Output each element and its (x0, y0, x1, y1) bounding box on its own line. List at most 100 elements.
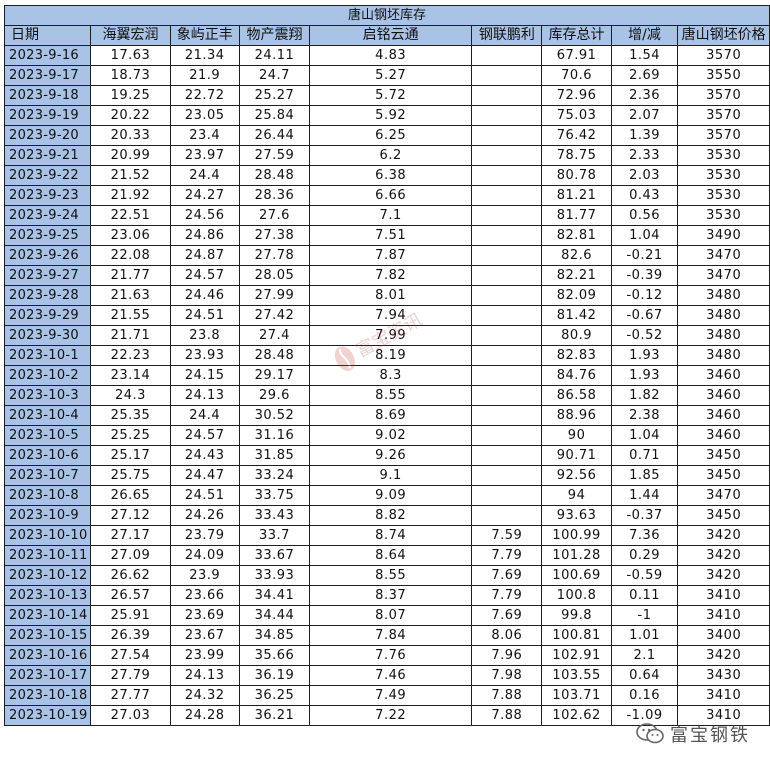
cell-billet-price: 3420 (677, 645, 770, 666)
cell-inventory-total: 90 (541, 425, 612, 446)
column-header-haiyi-hongrun: 海翼宏润 (90, 25, 171, 46)
cell-billet-price: 3530 (677, 185, 770, 206)
cell-haiyi-hongrun: 17.63 (90, 45, 171, 66)
cell-wuchan-zhenxiang: 27.99 (238, 285, 311, 306)
cell-inventory-total: 75.03 (541, 105, 612, 126)
column-header-xiangyu-zhengfeng: 象屿正丰 (169, 25, 240, 46)
cell-inventory-total: 101.28 (541, 545, 612, 566)
cell-wuchan-zhenxiang: 33.7 (238, 525, 311, 546)
cell-date: 2023-10-4 (3, 405, 92, 426)
cell-billet-price: 3530 (677, 145, 770, 166)
cell-inventory-total: 80.78 (541, 165, 612, 186)
cell-date: 2023-10-17 (3, 665, 92, 686)
cell-billet-price: 3410 (677, 705, 770, 726)
cell-inventory-total: 94 (541, 485, 612, 506)
cell-ganglian-pengli (471, 245, 543, 266)
cell-billet-price: 3450 (677, 465, 770, 486)
cell-qiming-yuntong: 6.38 (309, 165, 473, 186)
cell-xiangyu-zhengfeng: 24.13 (169, 665, 240, 686)
cell-ganglian-pengli: 7.69 (471, 605, 543, 626)
cell-xiangyu-zhengfeng: 24.51 (169, 485, 240, 506)
table-row: 2023-9-17 18.73 21.9 24.7 5.27 70.6 2.69 3550 (3, 65, 770, 86)
cell-qiming-yuntong: 8.3 (309, 365, 473, 386)
cell-billet-price: 3570 (677, 45, 770, 66)
cell-qiming-yuntong: 7.49 (309, 685, 473, 706)
cell-date: 2023-9-21 (3, 145, 92, 166)
cell-date: 2023-10-12 (3, 565, 92, 586)
cell-date: 2023-10-13 (3, 585, 92, 606)
cell-inventory-total: 103.55 (541, 665, 612, 686)
cell-change: -0.37 (610, 505, 679, 526)
column-header-inventory-total: 库存总计 (541, 25, 612, 46)
cell-qiming-yuntong: 8.64 (309, 545, 473, 566)
cell-haiyi-hongrun: 23.14 (90, 365, 171, 386)
cell-qiming-yuntong: 5.92 (309, 105, 473, 126)
cell-qiming-yuntong: 6.2 (309, 145, 473, 166)
cell-wuchan-zhenxiang: 33.43 (238, 505, 311, 526)
cell-change: -0.59 (610, 565, 679, 586)
table-row: 2023-9-26 22.08 24.87 27.78 7.87 82.6 -0.21 347… (3, 245, 770, 266)
cell-ganglian-pengli (471, 85, 543, 106)
cell-xiangyu-zhengfeng: 23.4 (169, 125, 240, 146)
cell-date: 2023-10-14 (3, 605, 92, 626)
table-row: 2023-10-8 26.65 24.51 33.75 9.09 94 1.44 3470 (3, 485, 770, 506)
cell-inventory-total: 86.58 (541, 385, 612, 406)
cell-change: -1.09 (610, 705, 679, 726)
cell-xiangyu-zhengfeng: 24.13 (169, 385, 240, 406)
cell-haiyi-hongrun: 27.77 (90, 685, 171, 706)
cell-inventory-total: 102.62 (541, 705, 612, 726)
table-row: 2023-10-13 26.57 23.66 34.41 8.37 7.79 100.8 0.… (3, 585, 770, 606)
cell-qiming-yuntong: 5.27 (309, 65, 473, 86)
cell-qiming-yuntong: 8.74 (309, 525, 473, 546)
cell-qiming-yuntong: 9.02 (309, 425, 473, 446)
table-body: 2023-9-16 17.63 21.34 24.11 4.83 67.91 1.54 357… (3, 45, 770, 726)
cell-inventory-total: 76.42 (541, 125, 612, 146)
cell-haiyi-hongrun: 22.08 (90, 245, 171, 266)
cell-billet-price: 3490 (677, 225, 770, 246)
cell-ganglian-pengli (471, 205, 543, 226)
cell-haiyi-hongrun: 21.55 (90, 305, 171, 326)
cell-change: -0.21 (610, 245, 679, 266)
cell-qiming-yuntong: 9.1 (309, 465, 473, 486)
cell-wuchan-zhenxiang: 25.27 (238, 85, 311, 106)
table-row: 2023-9-22 21.52 24.4 28.48 6.38 80.78 2.03 3530 (3, 165, 770, 186)
cell-inventory-total: 99.8 (541, 605, 612, 626)
cell-ganglian-pengli (471, 185, 543, 206)
cell-haiyi-hongrun: 23.06 (90, 225, 171, 246)
cell-wuchan-zhenxiang: 27.59 (238, 145, 311, 166)
table-row: 2023-9-18 19.25 22.72 25.27 5.72 72.96 2.36 357… (3, 85, 770, 106)
cell-ganglian-pengli (471, 445, 543, 466)
cell-wuchan-zhenxiang: 27.78 (238, 245, 311, 266)
cell-billet-price: 3420 (677, 525, 770, 546)
cell-qiming-yuntong: 9.26 (309, 445, 473, 466)
cell-inventory-total: 100.81 (541, 625, 612, 646)
cell-inventory-total: 82.83 (541, 345, 612, 366)
cell-xiangyu-zhengfeng: 23.69 (169, 605, 240, 626)
cell-change: 2.36 (610, 85, 679, 106)
cell-wuchan-zhenxiang: 33.75 (238, 485, 311, 506)
cell-qiming-yuntong: 7.99 (309, 325, 473, 346)
cell-xiangyu-zhengfeng: 23.8 (169, 325, 240, 346)
cell-ganglian-pengli (471, 45, 543, 66)
cell-change: 2.07 (610, 105, 679, 126)
cell-ganglian-pengli (471, 485, 543, 506)
cell-change: 1.04 (610, 225, 679, 246)
cell-wuchan-zhenxiang: 29.17 (238, 365, 311, 386)
cell-haiyi-hongrun: 26.39 (90, 625, 171, 646)
cell-qiming-yuntong: 7.76 (309, 645, 473, 666)
cell-inventory-total: 78.75 (541, 145, 612, 166)
cell-change: -0.67 (610, 305, 679, 326)
cell-haiyi-hongrun: 21.63 (90, 285, 171, 306)
cell-billet-price: 3410 (677, 585, 770, 606)
cell-wuchan-zhenxiang: 26.44 (238, 125, 311, 146)
cell-ganglian-pengli (471, 505, 543, 526)
cell-qiming-yuntong: 8.69 (309, 405, 473, 426)
cell-date: 2023-9-22 (3, 165, 92, 186)
cell-haiyi-hongrun: 18.73 (90, 65, 171, 86)
cell-ganglian-pengli (471, 325, 543, 346)
cell-wuchan-zhenxiang: 27.4 (238, 325, 311, 346)
column-header-ganglian-pengli: 钢联鹏利 (471, 25, 543, 46)
cell-ganglian-pengli (471, 305, 543, 326)
cell-date: 2023-10-6 (3, 445, 92, 466)
cell-haiyi-hongrun: 27.12 (90, 505, 171, 526)
